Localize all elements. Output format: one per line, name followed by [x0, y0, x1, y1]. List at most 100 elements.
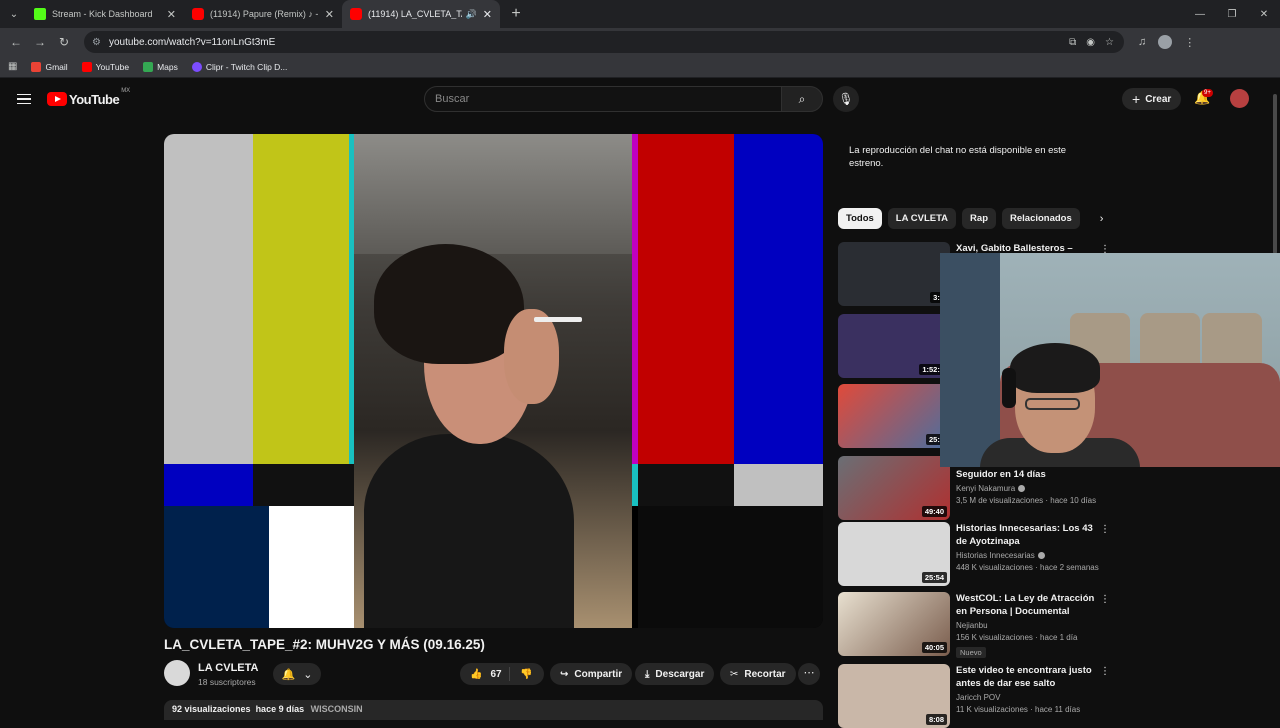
video-thumbnail[interactable]: 25:54 [838, 522, 950, 586]
youtube-logo[interactable]: YouTube MX [47, 88, 130, 107]
video-thumbnail[interactable]: 1:52:5 [838, 314, 950, 378]
video-thumbnail[interactable]: 3:0 [838, 242, 950, 306]
chip-relacionados[interactable]: Relacionados [1002, 208, 1080, 229]
color-bar [638, 506, 823, 628]
back-icon[interactable]: ← [4, 35, 28, 49]
more-actions-button[interactable]: ⋯ [798, 663, 820, 685]
verified-icon [1037, 552, 1045, 560]
more-vert-icon[interactable]: ⋮ [1100, 524, 1110, 535]
bookmark-youtube[interactable]: YouTube [81, 61, 129, 72]
bookmark-label: Clipr - Twitch Clip D... [205, 61, 288, 72]
menu-icon[interactable]: ⋮ [1184, 36, 1195, 49]
webcam-person [1025, 398, 1080, 410]
rec-title[interactable]: WestCOL: La Ley de Atracción en Persona … [956, 592, 1101, 618]
tab-papure[interactable]: (11914) Papure (Remix) ♪ - YouTube ✕ [184, 0, 342, 28]
profile-icon[interactable] [1158, 35, 1173, 49]
close-icon[interactable]: ✕ [483, 8, 492, 21]
dislike-button[interactable]: 👎 [510, 669, 532, 680]
avatar[interactable] [1230, 89, 1249, 108]
location-tag[interactable]: WISCONSIN [311, 704, 363, 714]
bookmark-maps[interactable]: Maps [143, 61, 178, 72]
cast-icon[interactable]: ⧉ [1069, 37, 1076, 48]
list-item[interactable]: 40:05 WestCOL: La Ley de Atracción en Pe… [838, 592, 1110, 658]
bookmark-clipr[interactable]: Clipr - Twitch Clip D... [191, 61, 288, 72]
like-count: 67 [490, 668, 502, 680]
bookmark-gmail[interactable]: Gmail [31, 61, 68, 72]
search-button[interactable]: ⌕ [781, 86, 823, 112]
color-bar [164, 134, 253, 464]
star-icon[interactable]: ☆ [1105, 37, 1114, 48]
tab-la-cvleta[interactable]: (11914) LA_CVLETA_TAPE_# 🔊 ✕ [342, 0, 500, 28]
search-input[interactable]: Buscar [424, 86, 782, 112]
color-bar [253, 134, 349, 464]
share-button[interactable]: ↪ Compartir [550, 663, 633, 685]
video-thumbnail[interactable]: 40:05 [838, 592, 950, 656]
minimize-icon[interactable]: — [1184, 9, 1216, 20]
menu-hamburger-icon[interactable] [17, 91, 31, 108]
duration-badge: 49:40 [921, 506, 947, 517]
share-label: Compartir [574, 668, 623, 680]
rec-channel[interactable]: Jaricch POV [956, 693, 1101, 702]
download-button[interactable]: ⤓ Descargar [635, 663, 715, 685]
reload-icon[interactable]: ↻ [52, 35, 76, 49]
chip-la-cvleta[interactable]: LA CVLETA [887, 208, 957, 229]
url-input[interactable]: ⚙ youtube.com/watch?v=11onLnGt3mE ⧉ ◉ ☆ [84, 31, 1124, 53]
scrollbar-thumb[interactable] [1273, 94, 1277, 254]
clip-button[interactable]: ✂ Recortar [720, 663, 796, 685]
video-thumbnail[interactable]: 8:08 [838, 664, 950, 728]
channel-row: LA CVLETA 18 suscriptores 🔔 ⌄ 👍 67 👎 ↪ C… [164, 660, 823, 690]
color-bar [164, 464, 253, 506]
video-thumbnail[interactable]: 49:40 [838, 456, 950, 520]
rec-channel[interactable]: Kenyi Nakamura [956, 484, 1015, 493]
close-icon[interactable]: ✕ [325, 8, 334, 21]
list-item[interactable]: 8:08 Este video te encontrara justo ante… [838, 664, 1110, 728]
rec-channel[interactable]: Nejianbu [956, 621, 1101, 630]
forward-icon[interactable]: → [28, 35, 52, 49]
channel-avatar[interactable] [164, 660, 190, 686]
color-bar [253, 464, 354, 506]
video-thumbnail[interactable]: 25:1 [838, 384, 950, 448]
subscribe-bell-button[interactable]: 🔔 ⌄ [273, 663, 321, 685]
new-tab-button[interactable]: + [506, 5, 526, 23]
rec-meta: 156 K visualizaciones · hace 1 día [956, 633, 1078, 642]
channel-name[interactable]: LA CVLETA [198, 662, 259, 674]
more-vert-icon[interactable]: ⋮ [1100, 594, 1110, 605]
eye-off-icon[interactable]: ◉ [1086, 37, 1095, 48]
voice-search-button[interactable]: 🎙 [833, 86, 859, 112]
rec-title[interactable]: Historias Innecesarias: Los 43 de Ayotzi… [956, 522, 1101, 548]
thumbs-down-icon: 👎 [520, 668, 533, 680]
rec-title[interactable]: Seguidor en 14 días [956, 468, 1101, 481]
tab-kick[interactable]: Stream - Kick Dashboard ✕ [26, 0, 184, 28]
close-icon[interactable]: ✕ [167, 8, 176, 21]
window-close-icon[interactable]: ✕ [1248, 9, 1280, 20]
rec-channel[interactable]: Historias Innecesarias [956, 551, 1035, 560]
chat-unavailable-message: La reproducción del chat no está disponi… [849, 145, 1067, 169]
description-box[interactable]: 92 visualizaciones hace 9 días WISCONSIN [164, 700, 823, 720]
youtube-icon [350, 8, 362, 20]
speaker-icon[interactable]: 🔊 [466, 9, 477, 20]
logo-text: YouTube [69, 91, 120, 107]
chevron-right-icon[interactable]: › [1100, 213, 1104, 225]
media-icon[interactable]: ♫ [1138, 36, 1146, 48]
bookmark-label: Gmail [45, 61, 68, 72]
restore-icon[interactable]: ❐ [1216, 9, 1248, 20]
video-player[interactable] [164, 134, 823, 628]
webcam-person [1010, 343, 1100, 393]
tab-search-icon[interactable]: ⌄ [2, 2, 26, 26]
chip-todos[interactable]: Todos [838, 208, 882, 229]
apps-icon[interactable]: ▦ [8, 61, 17, 72]
more-vert-icon[interactable]: ⋮ [1100, 666, 1110, 677]
plus-icon: + [1132, 91, 1141, 107]
video-frame [354, 134, 632, 254]
list-item[interactable]: 25:54 Historias Innecesarias: Los 43 de … [838, 522, 1110, 586]
site-info-icon[interactable]: ⚙ [92, 37, 101, 48]
like-button[interactable]: 👍 67 [460, 667, 510, 681]
color-bar [638, 134, 734, 464]
thumbs-up-icon: 👍 [470, 668, 483, 680]
chip-rap[interactable]: Rap [962, 208, 996, 229]
rec-title[interactable]: Este video te encontrara justo antes de … [956, 664, 1101, 690]
create-button[interactable]: + Crear [1122, 88, 1182, 110]
download-label: Descargar [655, 668, 705, 680]
browser-tabbar: ⌄ Stream - Kick Dashboard ✕ (11914) Papu… [0, 0, 1280, 28]
color-bar [164, 506, 269, 628]
